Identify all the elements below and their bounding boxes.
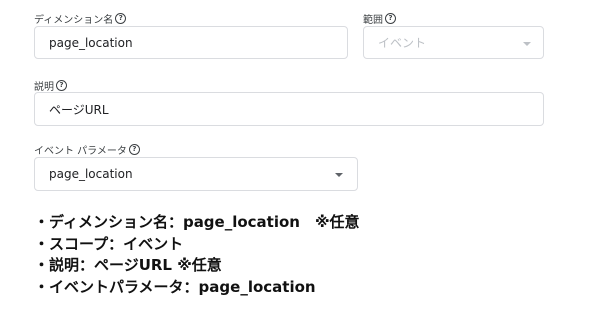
description-value: ページURL [49, 102, 109, 117]
event-parameter-label-text: イベント パラメータ [34, 146, 127, 157]
dimension-name-input[interactable]: page_location [34, 26, 348, 59]
note-item: ・説明：ページURL ※任意 [34, 256, 222, 274]
event-parameter-select[interactable]: page_location [34, 157, 358, 191]
help-icon[interactable]: ? [385, 13, 396, 24]
description-label-text: 説明 [34, 82, 54, 93]
event-parameter-label: イベント パラメータ ? [34, 142, 140, 157]
help-icon[interactable]: ? [128, 144, 140, 155]
dimension-name-value: page_location [49, 35, 133, 50]
note-item: ・ディメンション名：page_location ※任意 [34, 213, 360, 231]
chevron-down-icon[interactable] [335, 173, 343, 177]
dimension-name-label: ディメンション名 ? [34, 11, 127, 26]
help-icon[interactable]: ? [56, 80, 67, 91]
scope-label: 範囲 ? [363, 11, 396, 26]
description-label: 説明 ? [34, 78, 67, 93]
event-parameter-value: page_location [49, 167, 133, 181]
settings-notes: ・ディメンション名：page_location ※任意 ・スコープ：イベント ・… [34, 212, 360, 298]
scope-label-text: 範囲 [363, 15, 383, 26]
description-input[interactable]: ページURL [34, 92, 544, 126]
dimension-name-label-text: ディメンション名 [34, 15, 114, 26]
chevron-down-icon [523, 42, 531, 46]
scope-select: イベント [363, 26, 544, 59]
scope-value: イベント [378, 36, 427, 50]
note-item: ・イベントパラメータ：page_location [34, 277, 316, 296]
note-item: ・スコープ：イベント [34, 234, 184, 253]
help-icon[interactable]: ? [115, 13, 127, 24]
